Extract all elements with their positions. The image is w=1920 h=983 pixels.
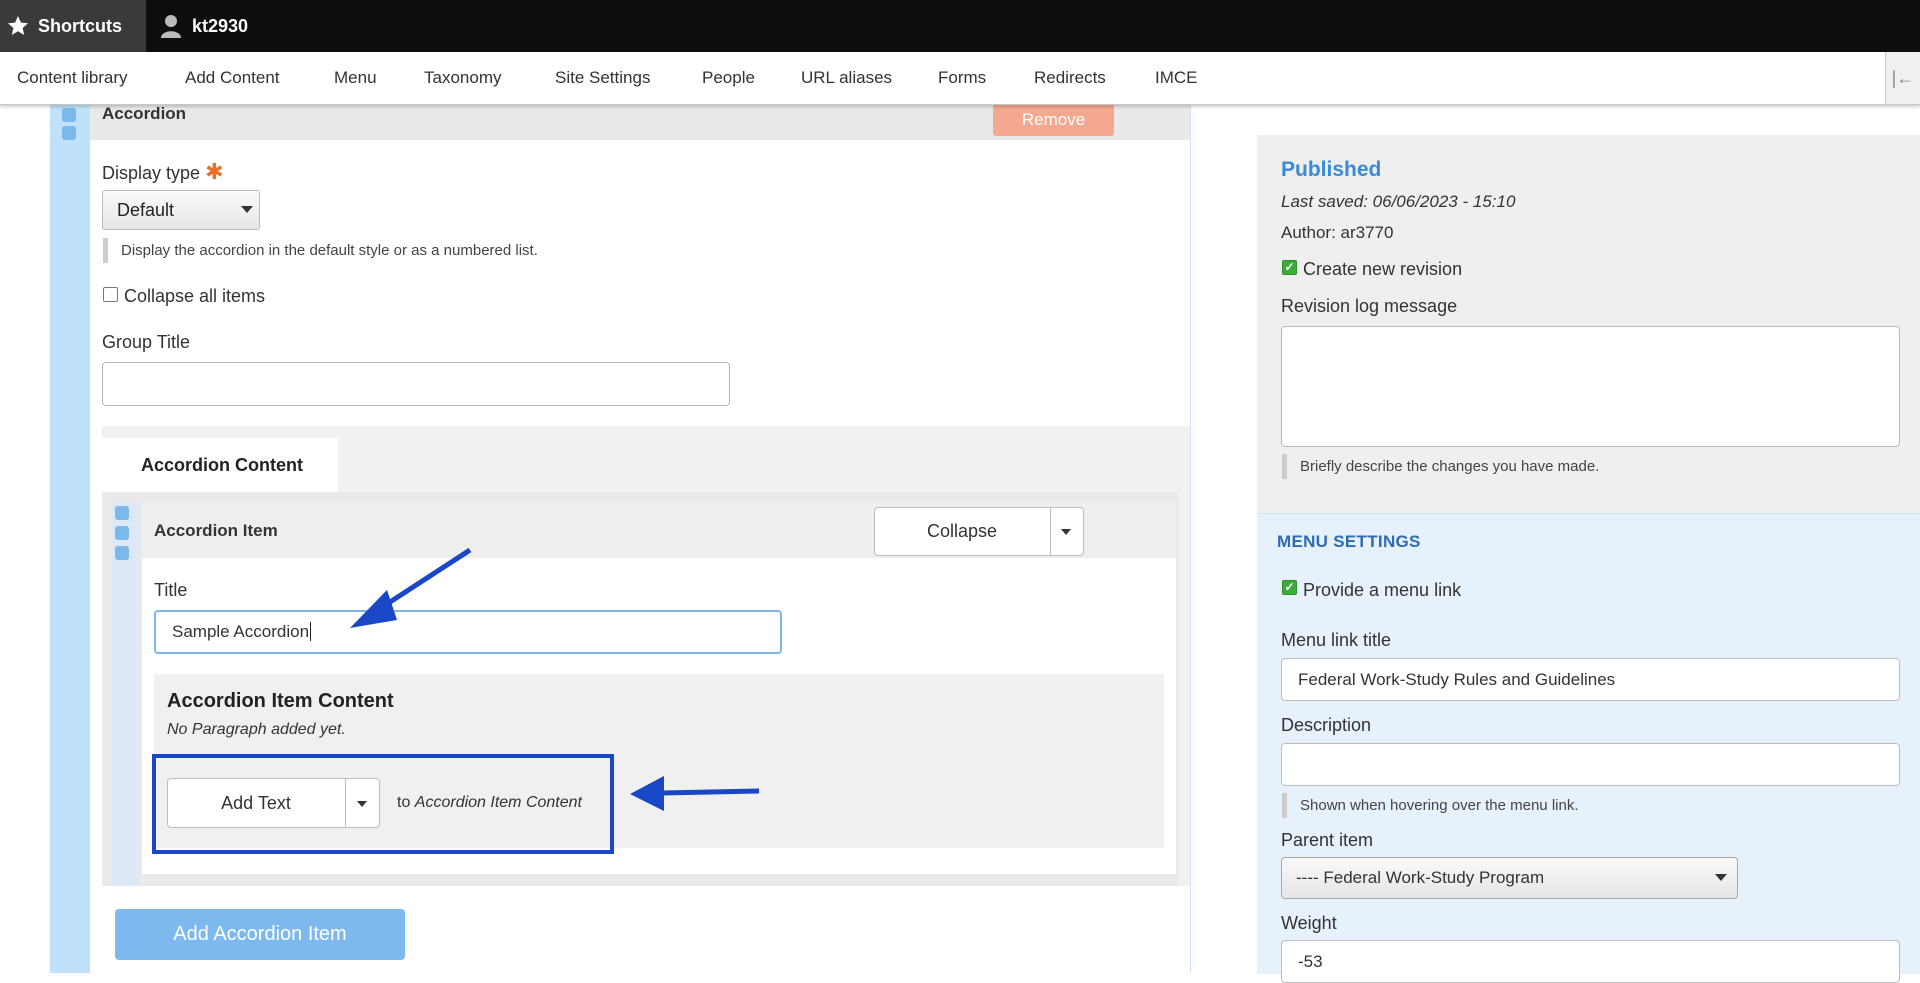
tray-item-menu[interactable]: Menu [334,68,377,88]
parent-item-select[interactable]: ---- Federal Work-Study Program [1281,857,1738,899]
tray-item-content-library[interactable]: Content library [17,68,128,88]
collapse-left-icon: |← [1891,67,1915,88]
dropdown-arrow-icon [1715,874,1727,881]
tray-item-imce[interactable]: IMCE [1155,68,1198,88]
description-help: Shown when hovering over the menu link. [1300,797,1579,814]
tray-item-url-aliases[interactable]: URL aliases [801,68,892,88]
annotation-arrow-icon [630,776,760,811]
menu-settings-heading[interactable]: MENU SETTINGS [1277,532,1421,552]
menu-link-title-input[interactable]: Federal Work-Study Rules and Guidelines [1281,658,1900,701]
create-revision-checkbox[interactable]: ✓ [1282,260,1297,275]
tray-item-site-settings[interactable]: Site Settings [555,68,650,88]
tray-item-people[interactable]: People [702,68,755,88]
menu-link-title-label: Menu link title [1281,630,1392,650]
description-label: Description [1281,715,1372,735]
annotation-arrow-icon [350,547,472,628]
help-bar [1282,793,1287,818]
tray-orientation-toggle[interactable]: |← [1885,52,1920,104]
menu-link-title-value: Federal Work-Study Rules and Guidelines [1298,669,1616,689]
help-bar [1282,454,1287,479]
status-published: Published [1281,158,1382,181]
admin-menu-tray: Content library Add Content Menu Taxonom… [0,52,1920,105]
parent-item-value: ---- Federal Work-Study Program [1296,868,1545,887]
parent-item-label: Parent item [1281,830,1374,850]
tray-item-add-content[interactable]: Add Content [185,68,280,88]
tray-item-taxonomy[interactable]: Taxonomy [424,68,501,88]
last-saved-text: Last saved: 06/06/2023 - 15:10 [1281,192,1516,211]
weight-value: -53 [1298,951,1323,971]
author-text: Author: ar3770 [1281,223,1394,242]
create-revision-label: Create new revision [1303,259,1463,279]
provide-menu-link-checkbox[interactable]: ✓ [1282,580,1297,595]
tray-item-forms[interactable]: Forms [938,68,986,88]
weight-label: Weight [1281,913,1337,933]
revision-log-textarea[interactable] [1281,326,1900,447]
revision-log-label: Revision log message [1281,296,1458,316]
tray-item-redirects[interactable]: Redirects [1034,68,1106,88]
provide-menu-link-label: Provide a menu link [1303,580,1462,600]
description-input[interactable] [1281,743,1900,786]
revision-log-help: Briefly describe the changes you have ma… [1300,458,1600,475]
weight-input[interactable]: -53 [1281,940,1900,983]
